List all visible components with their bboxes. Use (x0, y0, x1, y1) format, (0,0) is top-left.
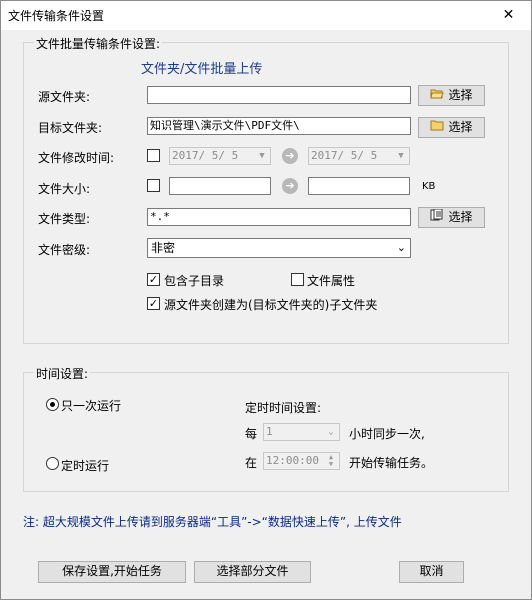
hours-suffix: 小时同步一次, (349, 427, 425, 441)
title-bar: 文件传输条件设置 ✕ (1, 1, 531, 30)
file-attributes-checkbox[interactable] (291, 273, 304, 286)
source-folder-input[interactable] (147, 86, 411, 104)
time-picker[interactable]: 12:00:00 ▲ ▼ (263, 452, 340, 470)
file-list-icon (430, 208, 444, 227)
modified-time-label: 文件修改时间: (38, 151, 115, 165)
select-partial-files-button[interactable]: 选择部分文件 (194, 561, 311, 583)
time-settings-legend: 时间设置: (34, 365, 91, 382)
modified-time-from[interactable]: 2017/ 5/ 5 ▼ (169, 147, 271, 165)
chevron-down-icon: ⌄ (396, 241, 406, 254)
save-and-start-button[interactable]: 保存设置,开始任务 (38, 561, 186, 583)
create-subfolder-label: 源文件夹创建为(目标文件夹的)子文件夹 (164, 298, 378, 312)
file-size-checkbox[interactable] (147, 179, 160, 192)
file-size-unit: KB (422, 181, 436, 192)
target-folder-select-button[interactable]: 选择 (418, 117, 485, 138)
file-size-label: 文件大小: (38, 182, 91, 196)
scheduled-run-radio[interactable] (46, 457, 59, 470)
cancel-button[interactable]: 取消 (399, 561, 464, 583)
arrow-right-icon: ➔ (282, 148, 298, 164)
create-subfolder-checkbox[interactable]: ✓ (147, 297, 160, 310)
close-icon[interactable]: ✕ (486, 1, 531, 30)
dialog-window: 文件传输条件设置 ✕ 文件批量传输条件设置: 文件夹/文件批量上传 源文件夹: … (0, 0, 532, 600)
source-folder-select-button[interactable]: 选择 (418, 85, 485, 106)
run-once-label: 只一次运行 (61, 399, 122, 413)
target-folder-label: 目标文件夹: (38, 121, 103, 135)
batch-upload-heading: 文件夹/文件批量上传 (141, 62, 263, 77)
file-size-min-input[interactable] (169, 177, 271, 195)
security-level-value: 非密 (151, 241, 176, 255)
folder-open-icon (430, 86, 445, 105)
security-level-label: 文件密级: (38, 243, 91, 257)
file-type-select-button[interactable]: 选择 (418, 207, 485, 228)
modified-time-from-value: 2017/ 5/ 5 (172, 149, 239, 162)
file-type-select-label: 选择 (448, 210, 473, 224)
source-folder-select-label: 选择 (448, 88, 473, 102)
calendar-dropdown-icon[interactable]: ▼ (255, 149, 269, 163)
scheduled-run-label: 定时运行 (61, 459, 110, 473)
modified-time-to-value: 2017/ 5/ 5 (311, 149, 378, 162)
target-folder-input[interactable]: 知识管理\演示文件\PDF文件\ (147, 117, 411, 135)
spinner-icon[interactable]: ▲ ▼ (324, 454, 338, 468)
modified-time-checkbox[interactable] (147, 149, 160, 162)
run-once-radio[interactable] (46, 398, 59, 411)
hours-value: 1 (266, 425, 273, 438)
security-level-select[interactable]: 非密 ⌄ (147, 238, 411, 258)
schedule-title: 定时时间设置: (245, 401, 322, 415)
arrow-right-icon: ➔ (282, 178, 298, 194)
chevron-down-icon: ⌄ (328, 427, 334, 437)
window-title: 文件传输条件设置 (8, 9, 105, 23)
file-type-label: 文件类型: (38, 212, 91, 226)
file-size-max-input[interactable] (308, 177, 410, 195)
hours-select[interactable]: 1 ⌄ (263, 423, 340, 441)
radio-selected-dot (50, 402, 55, 407)
batch-transfer-legend: 文件批量传输条件设置: (34, 35, 163, 52)
source-folder-label: 源文件夹: (38, 90, 91, 104)
time-value: 12:00:00 (266, 454, 319, 467)
upload-note: 注: 超大规模文件上传请到服务器端“工具”->“数据快速上传”, 上传文件 (23, 515, 402, 529)
modified-time-to[interactable]: 2017/ 5/ 5 ▼ (308, 147, 410, 165)
every-label: 每 (245, 427, 258, 441)
include-subdirs-checkbox[interactable]: ✓ (147, 273, 160, 286)
include-subdirs-label: 包含子目录 (164, 274, 225, 288)
file-type-input[interactable]: *.* (147, 208, 411, 226)
start-suffix: 开始传输任务。 (349, 456, 434, 470)
file-attributes-label: 文件属性 (307, 274, 356, 288)
at-label: 在 (245, 456, 258, 470)
target-folder-select-label: 选择 (448, 120, 473, 134)
calendar-dropdown-icon[interactable]: ▼ (394, 149, 408, 163)
folder-icon (430, 118, 444, 137)
